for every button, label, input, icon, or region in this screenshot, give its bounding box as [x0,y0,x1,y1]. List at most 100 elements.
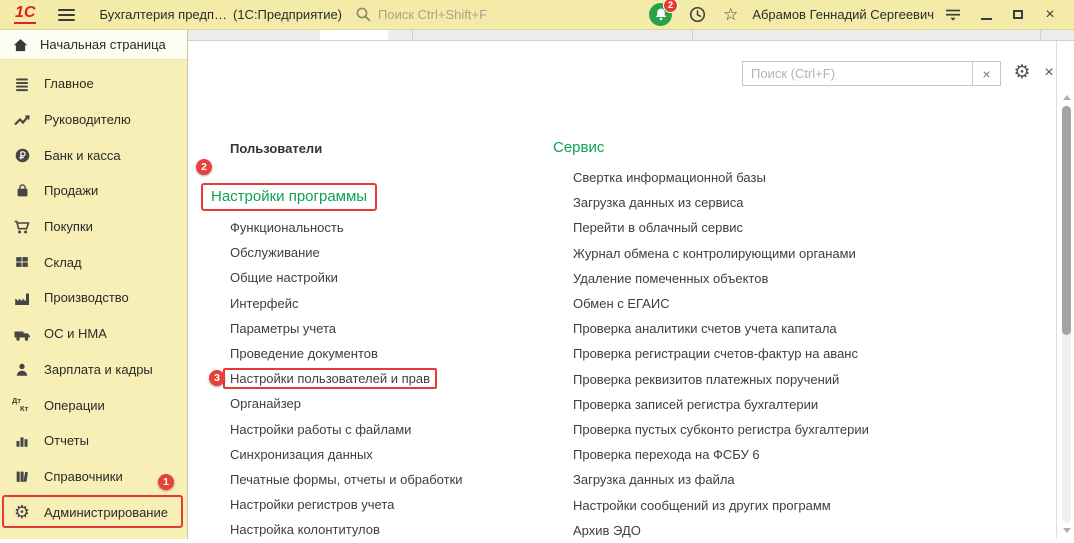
ruble-circle-icon [12,147,32,164]
program-settings-links: Функциональность Обслуживание Общие наст… [230,215,463,542]
app-title: Бухгалтерия предп… [99,7,227,22]
panel-link[interactable]: Проверка перехода на ФСБУ 6 [573,442,869,467]
star-icon: ☆ [723,6,738,23]
panel-link[interactable]: Проверка записей регистра бухгалтерии [573,392,869,417]
gear-icon: ⚙ [12,503,32,521]
sidebar-item-sklad[interactable]: Склад [0,244,187,280]
service-links: Свертка информационной базы Загрузка дан… [573,165,869,543]
panel-link[interactable]: Загрузка данных из файла [573,467,869,492]
1c-logo: 1С [14,5,36,24]
favorites-button[interactable]: ☆ [723,6,738,23]
sidebar-item-label: Отчеты [44,433,89,448]
panel-link[interactable]: Интерфейс [230,291,463,316]
annotation-badge-2: 2 [196,159,212,175]
grid-icon [12,254,32,270]
panel-link[interactable]: Проверка регистрации счетов-фактур на ав… [573,341,869,366]
panel-link[interactable]: Перейти в облачный сервис [573,215,869,240]
panel-link[interactable]: Журнал обмена с контролирующими органами [573,241,869,266]
sidebar-item-os-i-nma[interactable]: ОС и НМА [0,316,187,352]
panel-link-users-rights[interactable]: 3 Настройки пользователей и прав [230,366,463,391]
panel-link[interactable]: Обслуживание [230,240,463,265]
window-close-button[interactable]: × [1038,3,1062,27]
sidebar-item-zarplata-i-kadry[interactable]: Зарплата и кадры [0,352,187,388]
vertical-scrollbar[interactable] [1061,95,1072,533]
search-icon [355,6,372,23]
sidebar-item-prodazhi[interactable]: Продажи [0,173,187,209]
panel-link[interactable]: Загрузка данных из сервиса [573,190,869,215]
sidebar-item-label: Руководителю [44,112,131,127]
person-icon [12,361,32,378]
users-section-header[interactable]: Пользователи [230,141,322,156]
trend-up-icon [12,112,32,128]
home-icon [12,37,29,53]
titlebar: 1С Бухгалтерия предп… (1С:Предприятие) П… [0,0,1074,30]
main-menu-hamburger-icon[interactable] [58,9,75,21]
panel-close-button[interactable]: × [1038,61,1060,85]
sidebar-item-rukovoditelyu[interactable]: Руководителю [0,102,187,138]
sidebar-item-bank-i-kassa[interactable]: Банк и касса [0,137,187,173]
service-section-header[interactable]: Сервис [553,139,604,156]
cart-icon [12,218,32,235]
annotation-box-users-rights[interactable]: Настройки пользователей и прав [223,368,437,389]
notifications-button[interactable]: 2 [649,3,672,26]
sidebar-item-otchety[interactable]: Отчеты [0,423,187,459]
sidebar-item-administrirovanie[interactable]: ⚙ Администрирование [0,494,187,530]
books-icon [12,468,32,485]
panel-link[interactable]: Проверка аналитики счетов учета капитала [573,316,869,341]
panel-link[interactable]: Проверка реквизитов платежных поручений [573,367,869,392]
annotation-badge-1: 1 [158,474,174,490]
sidebar-item-label: Начальная страница [40,37,166,52]
truck-icon [12,326,32,342]
panel-link[interactable]: Проведение документов [230,341,463,366]
service-menu-button[interactable] [944,6,962,23]
active-window-tab [320,30,388,40]
panel-link[interactable]: Настройки сообщений из других программ [573,492,869,517]
sidebar-item-label: Покупки [44,219,93,234]
panel-link[interactable]: Синхронизация данных [230,442,463,467]
sidebar-item-home[interactable]: Начальная страница [0,30,187,60]
history-button[interactable] [688,5,707,24]
search-clear-button[interactable]: × [972,61,1001,86]
panel-link[interactable]: Общие настройки [230,265,463,290]
panel-link[interactable]: Функциональность [230,215,463,240]
panel-link[interactable]: Обмен с ЕГАИС [573,291,869,316]
service-menu-icon [944,6,962,23]
sidebar-item-label: Главное [44,76,94,91]
global-search-placeholder: Поиск Ctrl+Shift+F [378,7,487,22]
sidebar-item-label: Справочники [44,469,123,484]
panel-link[interactable]: Архив ЭДО [573,518,869,543]
sidebar-item-label: ОС и НМА [44,326,107,341]
panel-link[interactable]: Свертка информационной базы [573,165,869,190]
settings-gear-button[interactable]: ⚙ [1010,59,1034,85]
scroll-down-arrow[interactable] [1063,528,1071,533]
sidebar-item-operacii[interactable]: ДтКт Операции [0,387,187,423]
annotation-box-program-settings[interactable]: Настройки программы [201,183,377,211]
panel-link[interactable]: Проверка пустых субконто регистра бухгал… [573,417,869,442]
menu-lines-icon [12,76,32,92]
maximize-button[interactable] [1006,3,1030,27]
scroll-up-arrow[interactable] [1063,95,1071,100]
panel-link[interactable]: Настройки работы с файлами [230,417,463,442]
sidebar-item-label: Продажи [44,183,98,198]
factory-icon [12,290,32,306]
sidebar-item-label: Производство [44,290,129,305]
sidebar-item-glavnoe[interactable]: Главное [0,66,187,102]
global-search-field[interactable]: Поиск Ctrl+Shift+F [355,6,595,23]
panel-link[interactable]: Печатные формы, отчеты и обработки [230,467,463,492]
sidebar-item-proizvodstvo[interactable]: Производство [0,280,187,316]
program-settings-link[interactable]: Настройки программы [211,188,367,205]
scrollbar-thumb[interactable] [1062,106,1071,335]
sidebar-item-pokupki[interactable]: Покупки [0,209,187,245]
panel-link[interactable]: Удаление помеченных объектов [573,266,869,291]
user-menu[interactable]: Абрамов Геннадий Сергеевич [752,7,934,22]
panel-link[interactable]: Органайзер [230,391,463,416]
panel-link[interactable]: Настройки регистров учета [230,492,463,517]
minimize-button[interactable] [974,3,998,27]
sidebar-item-label: Зарплата и кадры [44,362,153,377]
panel-search-input[interactable] [742,61,973,86]
annotation-badge-3: 3 [209,370,225,386]
notification-badge: 2 [663,0,678,13]
app-context: (1С:Предприятие) [233,7,342,22]
shopping-bag-icon [12,182,32,199]
panel-link[interactable]: Параметры учета [230,316,463,341]
